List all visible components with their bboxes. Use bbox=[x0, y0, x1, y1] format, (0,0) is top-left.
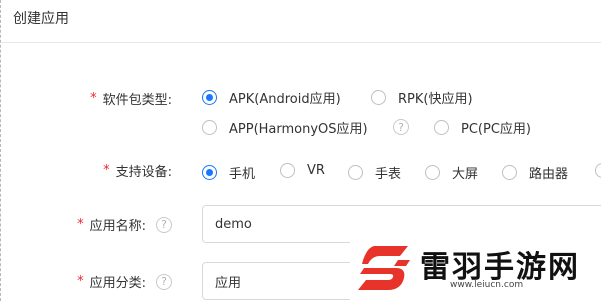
radio-big-screen[interactable]: 大屏 bbox=[425, 163, 478, 182]
radio-circle-icon bbox=[348, 165, 363, 180]
radio-rpk-label: RPK(快应用) bbox=[398, 92, 473, 107]
left-dashed-border bbox=[0, 0, 1, 301]
devices-label: 支持设备: bbox=[115, 165, 172, 180]
radio-watch[interactable]: 手表 bbox=[348, 163, 401, 182]
radio-router-label: 路由器 bbox=[529, 167, 569, 182]
radio-phone-label: 手机 bbox=[229, 167, 256, 182]
radio-watch-label: 手表 bbox=[375, 167, 402, 182]
radio-router[interactable]: 路由器 bbox=[502, 163, 568, 182]
title-divider bbox=[1, 42, 601, 43]
watermark: 雷羽手游网 www.leiucn.com bbox=[350, 236, 601, 301]
radio-circle-icon bbox=[502, 165, 517, 180]
radio-pc-label: PC(PC应用) bbox=[461, 122, 531, 137]
radio-pc[interactable]: PC(PC应用) bbox=[434, 118, 531, 137]
radio-apk[interactable]: APK(Android应用) bbox=[202, 88, 341, 107]
required-mark: * bbox=[90, 91, 97, 106]
help-icon[interactable]: ? bbox=[393, 119, 409, 135]
required-mark: * bbox=[77, 274, 84, 289]
radio-circle-icon bbox=[425, 165, 440, 180]
radio-vr-label: VR bbox=[307, 163, 325, 178]
radio-circle-icon bbox=[202, 165, 217, 180]
radio-circle-icon bbox=[202, 90, 217, 105]
radio-circle-icon bbox=[371, 90, 386, 105]
radio-phone[interactable]: 手机 bbox=[202, 163, 255, 182]
package-type-label: 软件包类型: bbox=[102, 93, 172, 108]
radio-app-harmony-label: APP(HarmonyOS应用) bbox=[229, 122, 368, 137]
radio-circle-icon bbox=[280, 163, 295, 178]
devices-label-group: * 支持设备: bbox=[103, 161, 172, 180]
app-category-label-group: * 应用分类: ? bbox=[77, 272, 172, 291]
required-mark: * bbox=[77, 217, 84, 232]
required-mark: * bbox=[103, 163, 110, 178]
help-icon[interactable]: ? bbox=[156, 216, 172, 233]
radio-circle-icon bbox=[434, 120, 449, 135]
radio-circle-icon bbox=[202, 120, 217, 135]
watermark-url: www.leiucn.com bbox=[450, 280, 524, 290]
radio-app-harmony[interactable]: APP(HarmonyOS应用) bbox=[202, 118, 368, 137]
app-name-label: 应用名称: bbox=[89, 219, 146, 234]
help-icon[interactable]: ? bbox=[156, 273, 172, 290]
radio-big-screen-label: 大屏 bbox=[452, 167, 479, 182]
radio-rpk[interactable]: RPK(快应用) bbox=[371, 88, 473, 107]
watermark-logo-icon bbox=[358, 246, 410, 290]
radio-more-cut[interactable] bbox=[595, 163, 601, 178]
package-type-label-group: * 软件包类型: bbox=[90, 89, 172, 108]
page-title: 创建应用 bbox=[13, 11, 69, 27]
app-name-label-group: * 应用名称: ? bbox=[77, 215, 172, 234]
app-category-label: 应用分类: bbox=[89, 276, 146, 291]
radio-circle-icon bbox=[595, 163, 601, 178]
radio-apk-label: APK(Android应用) bbox=[229, 92, 341, 107]
radio-vr[interactable]: VR bbox=[280, 163, 325, 178]
